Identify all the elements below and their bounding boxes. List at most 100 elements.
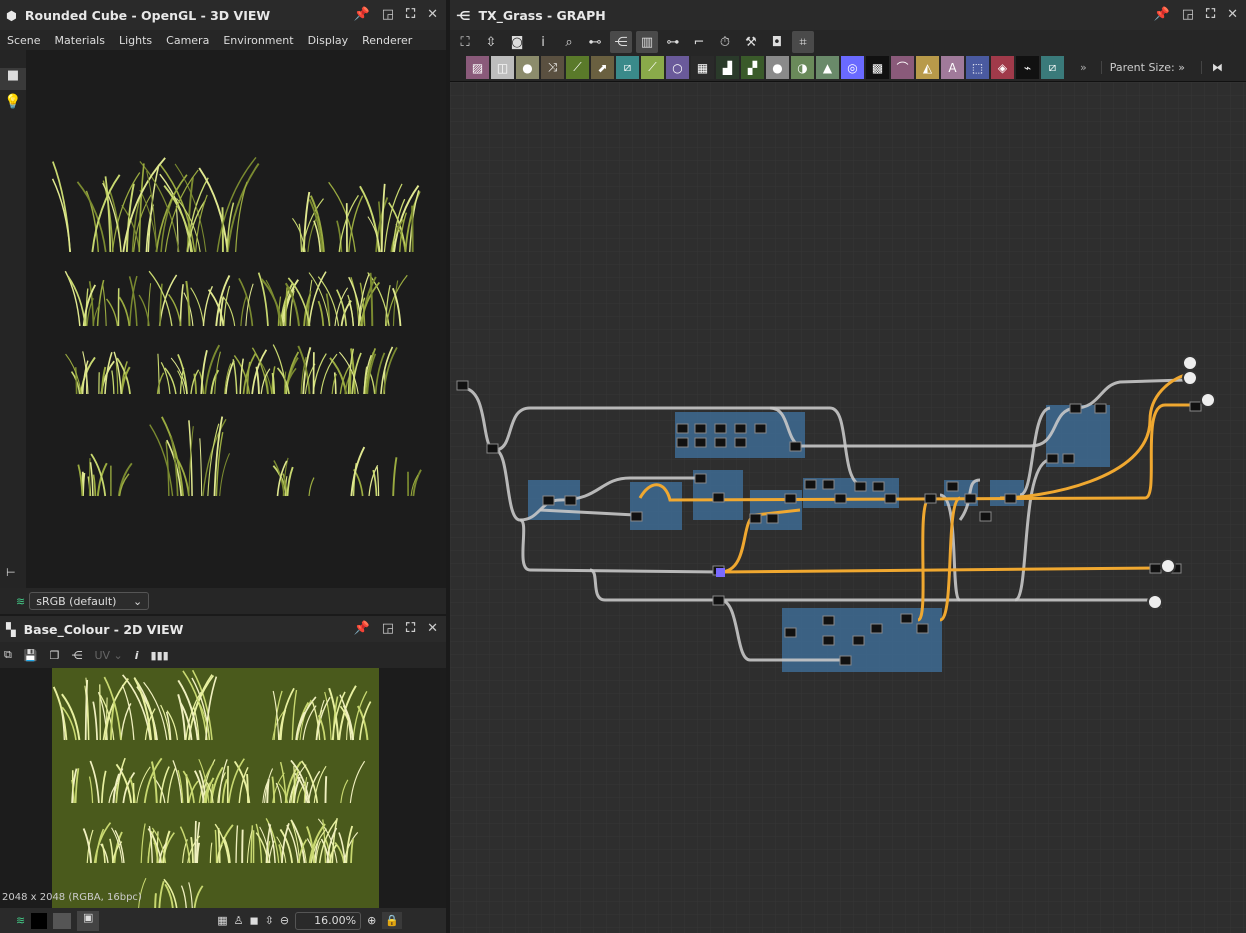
2d-texture-preview[interactable] [52, 668, 379, 908]
graph-node[interactable] [676, 437, 689, 448]
graph-node[interactable] [964, 493, 977, 504]
menu-display[interactable]: Display [301, 34, 356, 47]
lock-icon[interactable]: 🔒 [382, 912, 402, 929]
graph-node[interactable] [564, 495, 577, 506]
graph-node[interactable] [456, 380, 469, 391]
warp-icon[interactable]: ⧄ [616, 56, 639, 79]
zoom-in-icon[interactable]: ⊕ [367, 914, 376, 927]
black-bg-icon[interactable] [31, 912, 48, 929]
graph-frame[interactable] [630, 482, 682, 530]
graph-node[interactable] [1094, 403, 1107, 414]
channels-icon[interactable]: ≋ [16, 914, 25, 927]
copy-icon[interactable]: ❐ [50, 649, 60, 662]
graph-node[interactable] [734, 437, 747, 448]
graph-node[interactable] [714, 437, 727, 448]
graph-node[interactable] [1189, 401, 1202, 412]
graph-node[interactable] [852, 635, 865, 646]
uv-dropdown[interactable]: UV ⌄ [94, 649, 122, 662]
alpha-icon[interactable] [53, 912, 72, 929]
histogram-icon[interactable]: ▮▮▮ [151, 649, 169, 662]
light-icon[interactable]: 💡 [0, 94, 26, 110]
height-icon[interactable]: ▟ [716, 56, 739, 79]
menu-scene[interactable]: Scene [0, 34, 48, 47]
graph-node[interactable] [754, 423, 767, 434]
menu-camera[interactable]: Camera [159, 34, 216, 47]
float-icon[interactable]: ◲ [1182, 7, 1194, 22]
output-node[interactable] [1182, 355, 1198, 371]
graph-node[interactable] [694, 473, 707, 484]
pin-icon[interactable]: 📌 [354, 7, 370, 22]
bitmap-icon[interactable]: ▨ [466, 56, 489, 79]
info-icon[interactable]: i [532, 31, 554, 53]
blend-icon[interactable]: ◫ [491, 56, 514, 79]
graph-node[interactable] [676, 423, 689, 434]
curve-icon[interactable]: ⟋ [566, 56, 589, 79]
graph-node[interactable] [542, 495, 555, 506]
zoom-out-icon[interactable]: ⊖ [280, 914, 289, 927]
link-mode-icon[interactable]: ⧓ [1200, 61, 1223, 74]
close-icon[interactable]: ✕ [1227, 7, 1238, 22]
output-node[interactable] [1147, 594, 1163, 610]
graph-node[interactable] [946, 481, 959, 492]
info-icon[interactable]: i [135, 649, 139, 662]
shuffle-icon[interactable]: ⤨ [541, 56, 564, 79]
graph-node[interactable] [694, 437, 707, 448]
link-icon[interactable]: ⊶ [662, 31, 684, 53]
graph-node[interactable] [630, 511, 643, 522]
graph-node[interactable] [694, 423, 707, 434]
graph-node[interactable] [872, 481, 885, 492]
levels-icon[interactable]: ⬈ [591, 56, 614, 79]
graph-node[interactable] [804, 479, 817, 490]
save-icon[interactable]: 💾 [24, 649, 38, 662]
graph-node[interactable] [822, 615, 835, 626]
mirror-icon[interactable]: ◭ [916, 56, 939, 79]
reset-zoom-icon[interactable]: ⇳ [265, 914, 274, 927]
grayscale-icon[interactable]: ◑ [791, 56, 814, 79]
maximize-icon[interactable]: ⛶ [406, 7, 415, 22]
circle-icon[interactable]: ○ [666, 56, 689, 79]
layers-icon[interactable]: ≋ [16, 595, 25, 608]
text-icon[interactable]: A [941, 56, 964, 79]
histogram-icon[interactable]: ▲ [816, 56, 839, 79]
transform-icon[interactable]: ⬚ [966, 56, 989, 79]
grid-icon[interactable]: ▦ [217, 914, 227, 927]
parent-size-button[interactable]: Parent Size: » [1100, 61, 1185, 74]
dot-node[interactable] [716, 568, 725, 577]
spline-icon[interactable]: ⌒ [891, 56, 914, 79]
float-icon[interactable]: ◲ [382, 7, 394, 22]
graph-node[interactable] [979, 511, 992, 522]
graph-layout-icon[interactable]: ⋲ [610, 31, 632, 53]
graph-node[interactable] [900, 613, 913, 624]
graph-node[interactable] [1046, 453, 1059, 464]
graph-node[interactable] [766, 513, 779, 524]
snap-icon[interactable]: ⌗ [792, 31, 814, 53]
tile-icon[interactable]: ▦ [691, 56, 714, 79]
output-node[interactable] [1160, 558, 1176, 574]
close-icon[interactable]: ✕ [427, 621, 438, 636]
noise-icon[interactable]: ▩ [866, 56, 889, 79]
output-node[interactable] [1182, 370, 1198, 386]
graph-node[interactable] [854, 481, 867, 492]
pattern-icon[interactable]: ⧄ [1041, 56, 1064, 79]
graph-node[interactable] [924, 493, 937, 504]
3d-viewport[interactable] [26, 50, 446, 588]
output-node[interactable] [1200, 392, 1216, 408]
graph-node[interactable] [834, 493, 847, 504]
figure-icon[interactable]: ♙ [234, 914, 244, 927]
pin-icon[interactable]: 📌 [1154, 7, 1170, 22]
colorspace-select[interactable]: sRGB (default) ⌄ [29, 592, 150, 610]
align-icon[interactable]: ⊷ [584, 31, 606, 53]
gradient-map-icon[interactable]: ▞ [741, 56, 764, 79]
preview-icon[interactable]: ◘ [766, 31, 788, 53]
graph-node[interactable] [884, 493, 897, 504]
menu-materials[interactable]: Materials [48, 34, 112, 47]
menu-lights[interactable]: Lights [112, 34, 159, 47]
graph-node[interactable] [486, 443, 499, 454]
fill-icon[interactable]: ◈ [991, 56, 1014, 79]
tools-icon[interactable]: ⚒ [740, 31, 762, 53]
graph-node[interactable] [822, 479, 835, 490]
scene-tree-icon[interactable]: ⊢ [6, 566, 16, 579]
graph-node[interactable] [1062, 453, 1075, 464]
gradient-icon[interactable]: ⟋ [641, 56, 664, 79]
graph-node[interactable] [712, 595, 725, 606]
